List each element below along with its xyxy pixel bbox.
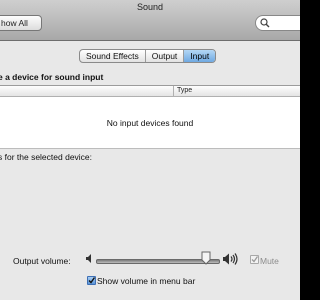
show-volume-menu-bar-checkbox[interactable] (87, 276, 96, 285)
mute-checkbox[interactable] (250, 255, 259, 264)
window-title: Sound (136, 2, 164, 12)
input-device-heading: e a device for sound input (0, 72, 104, 82)
tab-output[interactable]: Output (146, 50, 185, 62)
checkmark-icon (251, 256, 258, 263)
input-device-table[interactable]: Type No input devices found (0, 85, 300, 149)
search-icon (260, 18, 270, 28)
title-bar: Sound how All (0, 0, 300, 41)
mute-label: Mute (260, 256, 279, 266)
tab-bar: Sound Effects Output Input (79, 49, 217, 63)
search-field[interactable] (255, 15, 300, 31)
show-all-button[interactable]: how All (0, 15, 42, 31)
output-volume-label: Output volume: (13, 256, 71, 266)
column-header-type[interactable]: Type (177, 86, 192, 96)
slider-knob[interactable] (201, 251, 211, 265)
speaker-high-icon (223, 253, 238, 265)
show-volume-menu-bar-label: Show volume in menu bar (97, 276, 196, 286)
device-settings-label: s for the selected device: (0, 152, 93, 162)
sound-preferences-window: Sound how All Sound Effects Output Input… (0, 0, 300, 300)
tab-sound-effects[interactable]: Sound Effects (80, 50, 146, 62)
tab-input[interactable]: Input (184, 50, 216, 62)
checkmark-icon (88, 277, 95, 284)
empty-table-message: No input devices found (106, 118, 194, 128)
speaker-low-icon (86, 254, 91, 263)
column-divider[interactable] (173, 86, 174, 96)
table-header: Type (0, 86, 300, 97)
